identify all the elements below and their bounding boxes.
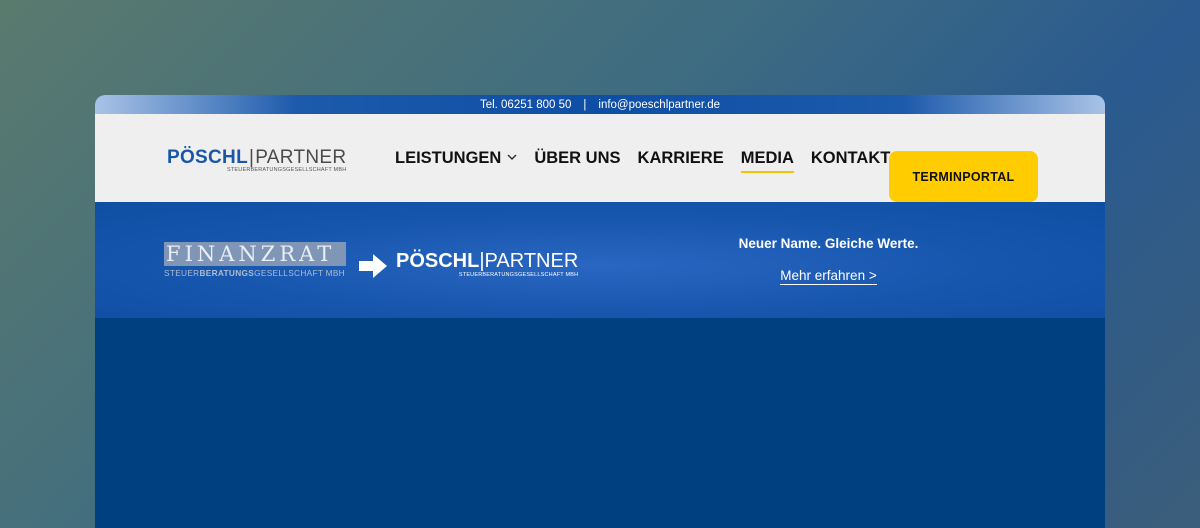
old-logo-sub-suffix: GESELLSCHAFT MBH bbox=[254, 268, 345, 278]
browser-window: Tel. 06251 800 50 | info@poeschlpartner.… bbox=[95, 95, 1105, 528]
new-logo-subtitle: STEUERBERATUNGSGESELLSCHAFT MBH bbox=[458, 272, 579, 278]
promo-headline: Neuer Name. Gleiche Werte. bbox=[738, 236, 919, 251]
mehr-erfahren-link[interactable]: Mehr erfahren > bbox=[780, 268, 877, 285]
phone-link[interactable]: Tel. 06251 800 50 bbox=[480, 99, 571, 111]
chevron-down-icon bbox=[507, 153, 517, 164]
main-nav: LEISTUNGEN ÜBER UNS KARRIERE MEDIA KONTA… bbox=[395, 114, 907, 202]
nav-label: LEISTUNGEN bbox=[395, 148, 502, 167]
site-header: PÖSCHL|PARTNER STEUERBERATUNGSGESELLSCHA… bbox=[95, 114, 1105, 202]
rebrand-banner: FINANZRAT STEUERBERATUNGSGESELLSCHAFT MB… bbox=[95, 202, 1105, 318]
arrow-right-icon bbox=[359, 254, 387, 283]
logo-wordmark: PÖSCHL|PARTNER bbox=[167, 148, 346, 168]
old-logo-finanzrat: FINANZRAT STEUERBERATUNGSGESELLSCHAFT MB… bbox=[164, 242, 346, 278]
nav-item-karriere[interactable]: KARRIERE bbox=[638, 149, 724, 168]
new-logo-brand-light: PARTNER bbox=[484, 250, 579, 272]
old-logo-sub-prefix: STEUER bbox=[164, 268, 200, 278]
nav-item-kontakt[interactable]: KONTAKT bbox=[811, 149, 890, 168]
old-logo-sub-bold: BERATUNGS bbox=[199, 268, 255, 278]
email-link[interactable]: info@poeschlpartner.de bbox=[598, 99, 720, 111]
contact-separator: | bbox=[583, 98, 587, 111]
logo-brand-light: PARTNER bbox=[255, 147, 347, 168]
nav-item-leistungen[interactable]: LEISTUNGEN bbox=[395, 149, 517, 168]
site-logo[interactable]: PÖSCHL|PARTNER STEUERBERATUNGSGESELLSCHA… bbox=[167, 148, 346, 174]
logo-brand-bold: PÖSCHL bbox=[167, 147, 248, 168]
terminportal-button[interactable]: TERMINPORTAL bbox=[889, 151, 1038, 202]
old-logo-subtitle: STEUERBERATUNGSGESELLSCHAFT MBH bbox=[164, 268, 346, 278]
new-logo-poeschl-partner: PÖSCHL|PARTNER STEUERBERATUNGSGESELLSCHA… bbox=[396, 250, 578, 278]
promo-text: Neuer Name. Gleiche Werte. Mehr erfahren… bbox=[685, 236, 972, 285]
new-logo-brand-bold: PÖSCHL bbox=[396, 250, 480, 272]
new-logo-wordmark: PÖSCHL|PARTNER bbox=[396, 250, 578, 272]
old-logo-name: FINANZRAT bbox=[164, 242, 346, 266]
nav-item-media[interactable]: MEDIA bbox=[740, 149, 795, 173]
logo-bar: | bbox=[248, 147, 255, 168]
nav-item-ueber-uns[interactable]: ÜBER UNS bbox=[534, 149, 620, 168]
contact-bar: Tel. 06251 800 50 | info@poeschlpartner.… bbox=[95, 95, 1105, 114]
